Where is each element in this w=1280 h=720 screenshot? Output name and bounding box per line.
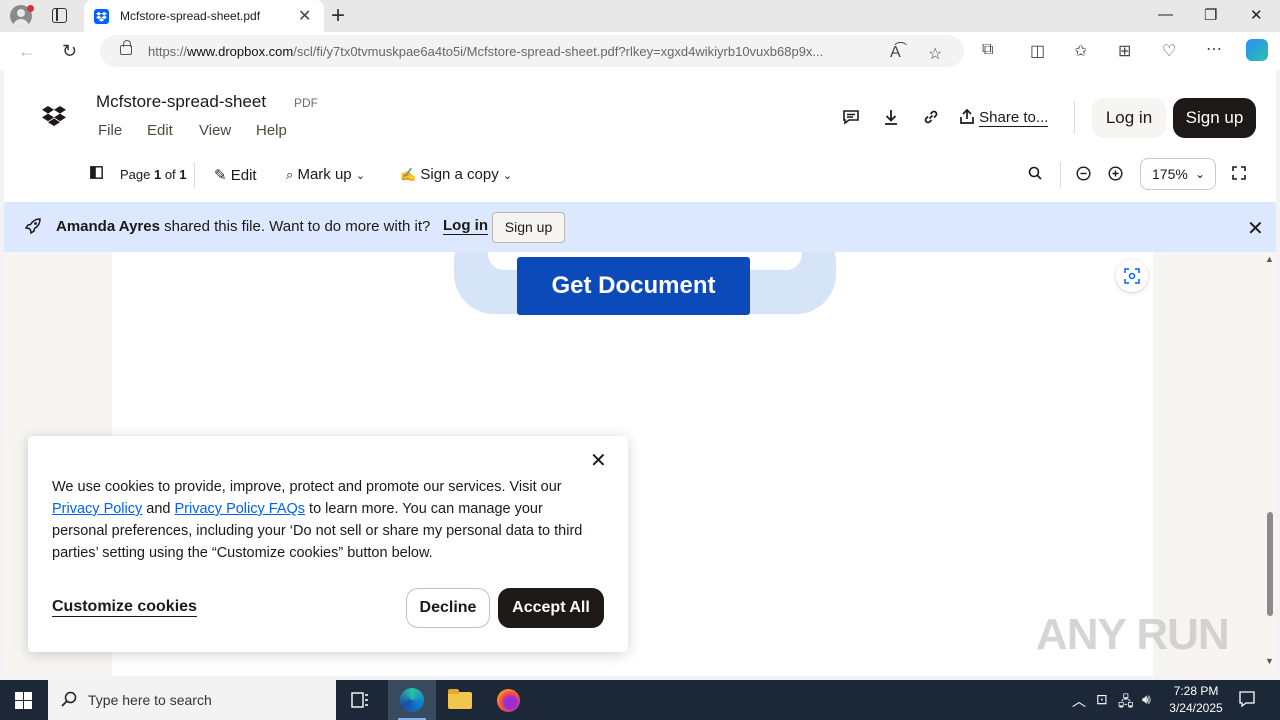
file-explorer-icon[interactable] (436, 680, 484, 720)
back-arrow-icon[interactable]: ← (18, 41, 36, 62)
file-title: Mcfstore-spread-sheet (96, 92, 267, 111)
banner-close-icon[interactable]: ✕ (1247, 216, 1264, 241)
sidebar-toggle-icon[interactable] (90, 166, 103, 183)
viewer-scrollbar[interactable]: ▲ ▼ (1262, 252, 1276, 676)
cookie-close-icon[interactable]: ✕ (590, 448, 607, 473)
volume-icon[interactable]: 🔊︎ (1142, 691, 1151, 708)
get-document-button[interactable]: Get Document (517, 257, 750, 315)
ocr-scan-button[interactable] (1116, 260, 1148, 292)
menu-edit[interactable]: Edit (147, 122, 173, 139)
toolbar-divider (194, 162, 195, 188)
toolbar-divider (1060, 162, 1061, 188)
cookie-consent-dialog: ✕ We use cookies to provide, improve, pr… (28, 436, 628, 652)
restore-icon[interactable]: ❐ (1204, 6, 1217, 24)
search-icon (61, 691, 77, 712)
menu-help[interactable]: Help (256, 122, 287, 139)
customize-cookies-link[interactable]: Customize cookies (52, 598, 197, 617)
markup-dropdown[interactable]: ⌕ Mark up ⌄ (286, 166, 365, 183)
edge-taskbar-icon[interactable] (388, 680, 436, 720)
viewer-toolbar: Page 1 of 1 ✎ Edit ⌕ Mark up ⌄ ✍ Sign a … (4, 154, 1276, 194)
tab-title: Mcfstore-spread-sheet.pdf (120, 9, 261, 23)
scroll-up-icon[interactable]: ▲ (1265, 254, 1274, 264)
chevron-down-icon: ⌄ (355, 170, 366, 182)
scan-icon (1124, 268, 1140, 284)
signup-button[interactable]: Sign up (1173, 98, 1256, 138)
privacy-policy-link[interactable]: Privacy Policy (52, 501, 142, 517)
header-divider (1074, 102, 1075, 134)
login-button[interactable]: Log in (1092, 98, 1166, 138)
scroll-down-icon[interactable]: ▼ (1265, 656, 1274, 666)
banner-login-link[interactable]: Log in (443, 217, 488, 235)
task-view-icon[interactable] (336, 680, 384, 720)
dropbox-logo-icon[interactable] (42, 106, 66, 133)
zoom-select[interactable]: 175% ⌄ (1140, 158, 1216, 190)
accept-all-button[interactable]: Accept All (498, 588, 604, 628)
window-close-icon[interactable]: ✕ (1250, 6, 1263, 24)
copy-link-icon[interactable] (922, 108, 940, 131)
windows-taskbar: Type here to search ︿ ⊡ 🖧 🔊︎ 7:28 PM 3/2… (0, 680, 1280, 720)
rocket-icon (24, 217, 42, 240)
taskbar-search-box[interactable]: Type here to search (48, 680, 336, 720)
read-aloud-icon[interactable]: A͡ (890, 44, 901, 62)
cookie-message: We use cookies to provide, improve, prot… (52, 479, 583, 561)
tray-app-icon[interactable]: ⊡ (1096, 691, 1108, 708)
edit-button[interactable]: ✎ Edit (214, 166, 257, 184)
dropbox-favicon-icon (94, 9, 109, 24)
pencil-icon: ✎ (214, 167, 227, 184)
menu-file[interactable]: File (98, 122, 122, 139)
browser-essentials-icon[interactable]: ♡ (1162, 41, 1176, 61)
banner-message: Amanda Ayres shared this file. Want to d… (56, 218, 431, 235)
tab-close-icon[interactable]: ✕ (298, 6, 311, 26)
minimize-icon[interactable]: — (1158, 6, 1173, 23)
notifications-icon[interactable] (1238, 690, 1256, 711)
markup-icon: ⌕ (286, 167, 294, 182)
new-tab-icon[interactable]: + (331, 2, 345, 30)
taskbar-clock[interactable]: 7:28 PM 3/24/2025 (1166, 683, 1226, 717)
network-icon[interactable]: 🖧 (1118, 691, 1134, 715)
more-menu-icon[interactable]: ⋯ (1206, 39, 1222, 59)
browser-address-bar: ← ↻ https://www.dropbox.com/scl/fi/y7tx0… (0, 32, 1280, 70)
search-icon[interactable] (1028, 166, 1042, 184)
sign-copy-dropdown[interactable]: ✍ Sign a copy ⌄ (400, 166, 512, 183)
file-type-badge: PDF (294, 96, 318, 110)
clock-date: 3/24/2025 (1169, 701, 1223, 715)
scrollbar-thumb[interactable] (1267, 512, 1273, 616)
copilot-icon[interactable] (1246, 39, 1268, 61)
favorite-star-icon[interactable]: ☆ (928, 44, 942, 64)
share-button[interactable]: Share to... (959, 108, 1049, 127)
extensions-icon[interactable]: ⧉ (982, 41, 993, 59)
browser-tab-bar: Mcfstore-spread-sheet.pdf ✕ + — ❐ ✕ (0, 0, 1280, 32)
chevron-down-icon: ⌄ (502, 170, 513, 182)
clock-time: 7:28 PM (1173, 684, 1219, 698)
tab-actions-icon[interactable] (52, 8, 67, 23)
collections-icon[interactable]: ⊞ (1118, 41, 1131, 61)
comment-icon[interactable] (842, 108, 860, 131)
url-text: https://www.dropbox.com/scl/fi/y7tx0tvmu… (148, 44, 824, 59)
shared-file-banner: Amanda Ayres shared this file. Want to d… (4, 202, 1276, 252)
decline-button[interactable]: Decline (406, 588, 490, 628)
browser-tab-active[interactable]: Mcfstore-spread-sheet.pdf ✕ (84, 0, 324, 32)
url-field[interactable]: https://www.dropbox.com/scl/fi/y7tx0tvmu… (100, 35, 964, 67)
lock-icon[interactable] (120, 40, 132, 55)
anyrun-watermark: ANY RUN (1036, 610, 1230, 659)
banner-signup-button[interactable]: Sign up (492, 212, 565, 243)
refresh-icon[interactable]: ↻ (62, 41, 77, 62)
menu-view[interactable]: View (199, 122, 231, 139)
fullscreen-icon[interactable] (1232, 166, 1246, 184)
download-icon[interactable] (882, 108, 900, 131)
firefox-icon[interactable] (484, 680, 532, 720)
page-indicator: Page 1 of 1 (120, 167, 187, 182)
share-icon (960, 108, 974, 124)
zoom-in-icon[interactable] (1108, 166, 1123, 185)
profile-notification-dot (27, 5, 34, 12)
zoom-out-icon[interactable] (1076, 166, 1091, 185)
chevron-down-icon: ⌄ (1195, 167, 1206, 181)
privacy-faq-link[interactable]: Privacy Policy FAQs (175, 501, 306, 517)
signature-icon: ✍ (400, 167, 417, 182)
tray-overflow-icon[interactable]: ︿ (1072, 691, 1086, 711)
windows-start-icon[interactable] (15, 692, 32, 714)
favorites-icon[interactable]: ✩ (1074, 41, 1087, 61)
split-screen-icon[interactable]: ◫ (1030, 41, 1045, 61)
taskbar-search-placeholder: Type here to search (88, 692, 212, 708)
